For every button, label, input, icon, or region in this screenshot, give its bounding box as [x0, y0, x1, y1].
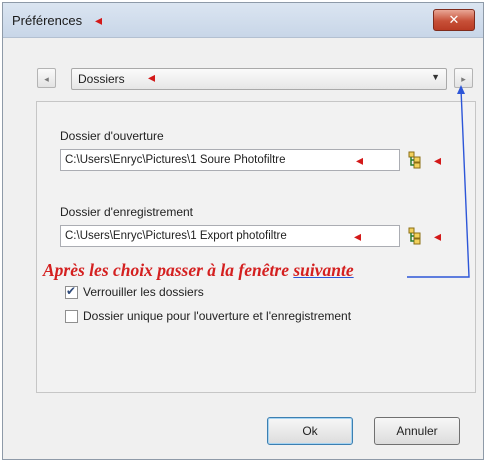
red-arrow-icon: ◂	[148, 69, 156, 85]
ok-button[interactable]: Ok	[267, 417, 353, 445]
red-arrow-icon: ◂	[434, 152, 442, 168]
category-select[interactable]: Dossiers ▼	[71, 68, 447, 90]
save-folder-label: Dossier d'enregistrement	[60, 205, 194, 219]
window-title: Préférences	[12, 13, 83, 28]
red-arrow-icon: ◂	[356, 152, 364, 168]
previous-page-button[interactable]: ◂	[37, 68, 56, 88]
save-folder-input[interactable]: C:\Users\Enryc\Pictures\1 Export photofi…	[60, 225, 400, 247]
unique-folder-label: Dossier unique pour l'ouverture et l'enr…	[83, 309, 352, 323]
open-folder-input[interactable]: C:\Users\Enryc\Pictures\1 Soure Photofil…	[60, 149, 400, 171]
lock-folders-label: Verrouiller les dossiers	[83, 285, 204, 299]
browse-folder-icon[interactable]	[408, 151, 428, 169]
save-folder-value: C:\Users\Enryc\Pictures\1 Export photofi…	[65, 230, 287, 242]
tutorial-annotation: Après les choix passer à la fenêtre suiv…	[43, 260, 354, 281]
browse-folder-icon[interactable]	[408, 227, 428, 245]
open-folder-label: Dossier d'ouverture	[60, 129, 164, 143]
settings-panel	[36, 101, 476, 393]
open-folder-value: C:\Users\Enryc\Pictures\1 Soure Photofil…	[65, 154, 286, 166]
checkmark-icon: ✔	[66, 284, 77, 298]
unique-folder-checkbox[interactable]	[65, 310, 78, 323]
preferences-dialog: Préférences ✕ ◂ Dossiers ▼ ▸ Dossier d'o…	[2, 2, 484, 460]
close-button[interactable]: ✕	[433, 9, 475, 31]
red-arrow-icon: ◂	[354, 228, 362, 244]
annotation-text: Après les choix passer à la fenêtre	[43, 260, 294, 280]
next-page-button[interactable]: ▸	[454, 68, 473, 88]
cancel-button[interactable]: Annuler	[374, 417, 460, 445]
lock-folders-checkbox[interactable]: ✔	[65, 284, 78, 299]
annotation-text-underlined: suivante	[293, 260, 354, 280]
chevron-down-icon: ▼	[431, 72, 440, 82]
red-arrow-icon: ◂	[434, 228, 442, 244]
category-select-value: Dossiers	[78, 72, 125, 86]
title-bar: Préférences ✕	[3, 3, 483, 38]
red-arrow-icon: ◂	[95, 12, 103, 28]
